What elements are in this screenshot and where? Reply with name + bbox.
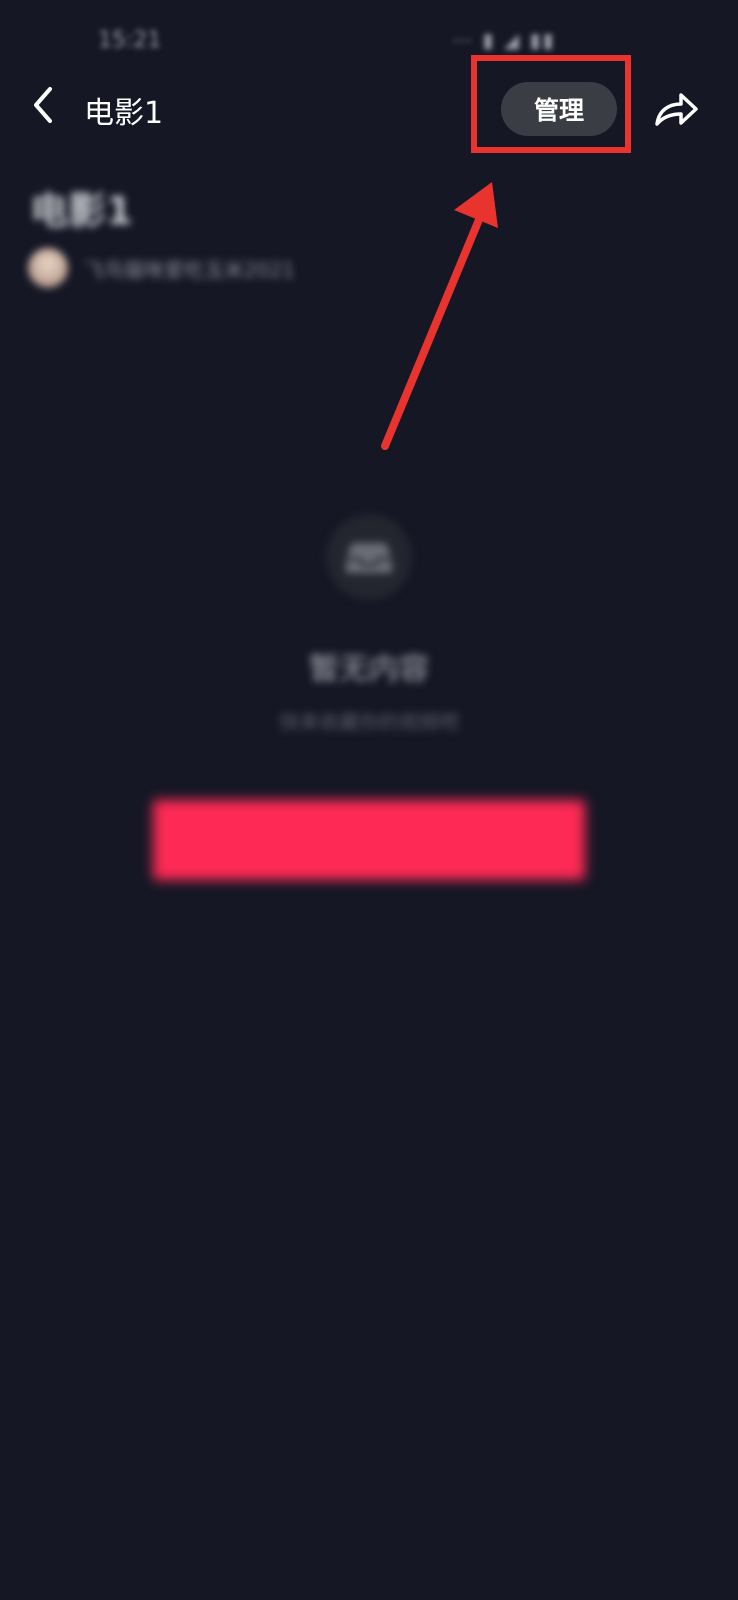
owner-name: 飞鸟猫咪爱吃玉米2021 — [84, 257, 295, 282]
playlist-title: 电影1 — [30, 189, 133, 233]
empty-state-icon-container — [326, 514, 412, 600]
status-bar: 15:21 ⋯ ▮ ◢ ▮▮ — [0, 0, 738, 80]
manage-button[interactable]: 管理 — [501, 82, 617, 136]
top-nav-bar: 电影1 管理 — [0, 70, 738, 150]
share-button[interactable] — [650, 84, 702, 136]
back-button[interactable] — [20, 82, 66, 128]
collection-screen: 15:21 ⋯ ▮ ◢ ▮▮ 电影1 管理 电影1 飞鸟猫咪爱吃玉米2021 暂… — [0, 0, 738, 1600]
inbox-icon — [346, 543, 392, 573]
status-icons: ⋯ ▮ ◢ ▮▮ — [452, 28, 556, 52]
empty-state-title: 暂无内容 — [309, 652, 429, 687]
chevron-left-icon — [34, 87, 52, 123]
share-arrow-icon — [655, 93, 698, 126]
avatar[interactable] — [28, 248, 68, 288]
empty-state-subtitle: 快来收藏你的视频吧 — [279, 710, 459, 734]
status-time: 15:21 — [98, 28, 162, 53]
empty-state-action-button[interactable] — [153, 800, 585, 880]
page-title: 电影1 — [84, 96, 164, 131]
owner-row[interactable]: 飞鸟猫咪爱吃玉米2021 — [28, 248, 295, 288]
